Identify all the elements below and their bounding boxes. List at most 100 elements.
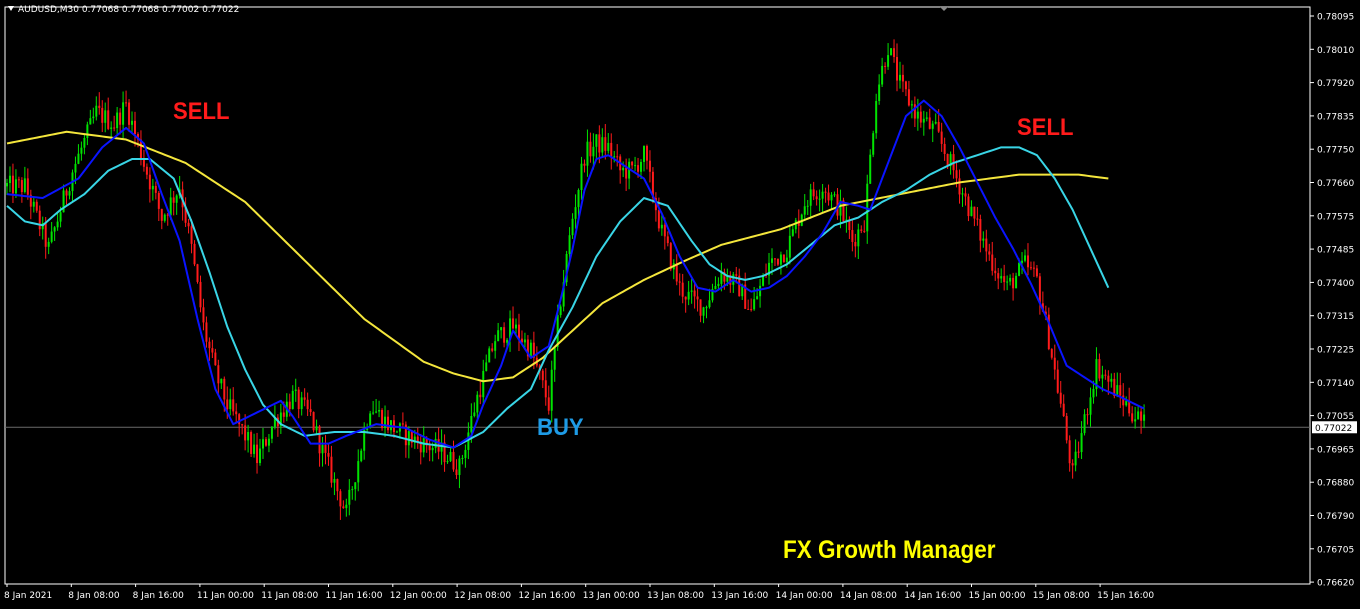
candle-body <box>452 451 455 470</box>
candle-body <box>919 111 922 123</box>
candle <box>1047 307 1050 351</box>
candle <box>372 401 375 415</box>
candle <box>50 221 53 244</box>
candle <box>884 62 887 74</box>
candle <box>699 299 702 323</box>
candle <box>422 426 425 458</box>
x-tick-label: 8 Jan 16:00 <box>133 591 185 601</box>
signal-buy: BUY <box>537 414 584 441</box>
candle <box>934 113 937 125</box>
candle-body <box>785 257 788 263</box>
candle <box>693 283 696 309</box>
candle-body <box>235 411 238 415</box>
candle <box>270 426 273 444</box>
candle <box>384 405 387 438</box>
candle-body <box>967 196 970 217</box>
candle-body <box>937 121 940 132</box>
candle-body <box>431 447 434 451</box>
candle <box>241 423 244 435</box>
candle <box>1059 381 1062 408</box>
candle <box>291 385 294 410</box>
candle-body <box>887 55 890 67</box>
candle <box>696 286 699 312</box>
candle <box>553 346 556 382</box>
candle-body <box>1000 276 1003 279</box>
candle <box>276 414 279 437</box>
candle <box>919 105 922 128</box>
candle <box>119 108 122 135</box>
candle-body <box>946 154 949 167</box>
candle <box>1137 406 1140 420</box>
candle-body <box>17 179 20 181</box>
shift-marker-icon <box>940 7 948 11</box>
y-tick-label: 0.77055 <box>1317 412 1354 422</box>
candle <box>1116 372 1119 398</box>
candle-body <box>464 449 467 458</box>
candle <box>634 156 637 172</box>
candle-body <box>589 141 592 157</box>
candle-body <box>806 205 809 207</box>
candle-body <box>488 348 491 363</box>
candle <box>1104 369 1107 380</box>
candle <box>387 410 390 434</box>
candle-body <box>910 104 913 106</box>
dropdown-triangle-icon[interactable] <box>8 6 14 11</box>
candle-body <box>1071 463 1074 466</box>
candle-body <box>20 180 23 193</box>
candle-body <box>131 120 134 125</box>
candle-body <box>1131 413 1134 422</box>
candle <box>381 408 384 431</box>
x-tick-label: 11 Jan 00:00 <box>197 591 254 601</box>
candle <box>979 214 982 253</box>
candle-body <box>970 206 973 217</box>
candle-body <box>747 308 750 310</box>
candle-body <box>133 120 136 134</box>
candle-body <box>77 153 80 164</box>
candle-body <box>223 378 226 400</box>
candle-body <box>1062 403 1065 417</box>
candle-body <box>306 399 309 410</box>
candle-body <box>637 165 640 172</box>
candle <box>318 424 321 467</box>
candle <box>339 489 342 520</box>
candle-body <box>517 324 520 339</box>
candle <box>220 378 223 390</box>
candle <box>95 96 98 121</box>
candle-body <box>985 238 988 252</box>
candle <box>142 150 145 172</box>
candle-body <box>372 412 375 414</box>
candle-body <box>994 270 997 274</box>
candle-body <box>220 378 223 384</box>
candle <box>1009 274 1012 286</box>
candle-body <box>931 123 934 129</box>
candle-body <box>196 264 199 282</box>
candle <box>672 259 675 280</box>
candle <box>345 498 348 517</box>
candle-body <box>779 254 782 265</box>
candle <box>458 455 461 489</box>
candle <box>1035 264 1038 278</box>
candle-body <box>827 192 830 201</box>
candle <box>407 426 410 459</box>
candle-body <box>559 306 562 316</box>
candle <box>131 111 134 134</box>
symbol-info-text: AUDUSD,M30 0.77068 0.77068 0.77002 0.770… <box>18 5 240 15</box>
candle <box>160 208 163 230</box>
candle-body <box>907 89 910 106</box>
candle-body <box>550 369 553 411</box>
candle <box>818 189 821 212</box>
candle <box>312 411 315 433</box>
candle-body <box>360 450 363 462</box>
candle-body <box>544 380 547 398</box>
candle-body <box>583 163 586 166</box>
x-tick-label: 12 Jan 00:00 <box>390 591 447 601</box>
candle-body <box>214 352 217 366</box>
candle <box>324 435 327 465</box>
x-tick-label: 13 Jan 00:00 <box>583 591 640 601</box>
price-chart[interactable]: 0.78095 0.78010 0.77920 0.77835 0.77750 0.776… <box>0 0 1360 605</box>
candle-body <box>315 426 318 431</box>
candle-body <box>38 210 41 230</box>
candle-body <box>327 452 330 457</box>
candle <box>821 184 824 213</box>
chart-area[interactable]: 0.78095 0.78010 0.77920 0.77835 0.77750 0.776… <box>0 0 1360 605</box>
